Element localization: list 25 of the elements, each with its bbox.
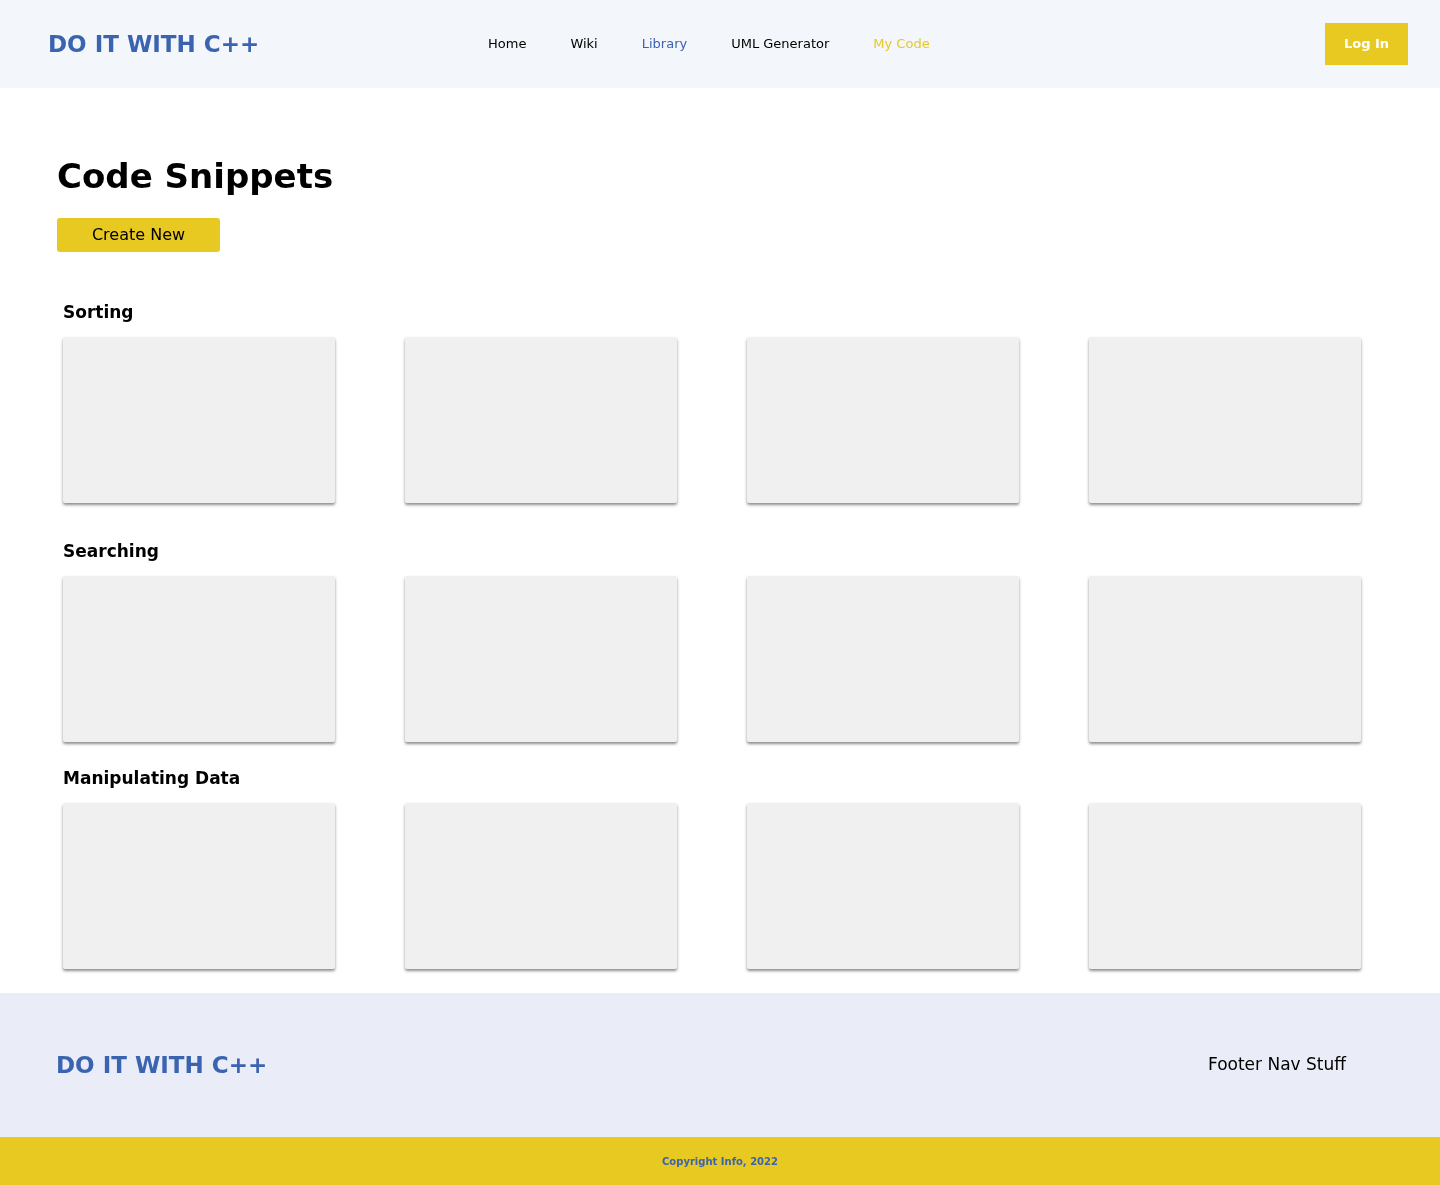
snippet-card[interactable] (1089, 337, 1361, 503)
snippet-card[interactable] (63, 337, 335, 503)
site-logo[interactable]: DO IT WITH C++ (48, 26, 448, 62)
snippet-card[interactable] (63, 576, 335, 742)
footer-nav-text: Footer Nav Stuff (1207, 1053, 1346, 1077)
snippet-card[interactable] (1089, 576, 1361, 742)
snippet-card[interactable] (405, 337, 677, 503)
page-title: Code Snippets (57, 155, 335, 198)
nav-link[interactable]: Library (641, 34, 688, 54)
nav-link[interactable]: Home (488, 34, 527, 54)
snippet-card[interactable] (405, 576, 677, 742)
footer-logo[interactable]: DO IT WITH C++ (56, 1047, 268, 1083)
snippet-card[interactable] (63, 803, 335, 969)
section-title: Manipulating Data (63, 767, 242, 790)
copyright-text: Copyright Info, 2022 (662, 1154, 778, 1169)
snippet-card[interactable] (1089, 803, 1361, 969)
snippet-card[interactable] (747, 337, 1019, 503)
create-new-button[interactable]: Create New (57, 218, 220, 252)
snippet-card[interactable] (747, 576, 1019, 742)
nav-link[interactable]: Wiki (570, 34, 598, 54)
section-title: Sorting (63, 301, 135, 324)
snippet-card[interactable] (405, 803, 677, 969)
section-title: Searching (63, 540, 160, 563)
snippet-card[interactable] (747, 803, 1019, 969)
nav-link[interactable]: UML Generator (731, 34, 830, 54)
